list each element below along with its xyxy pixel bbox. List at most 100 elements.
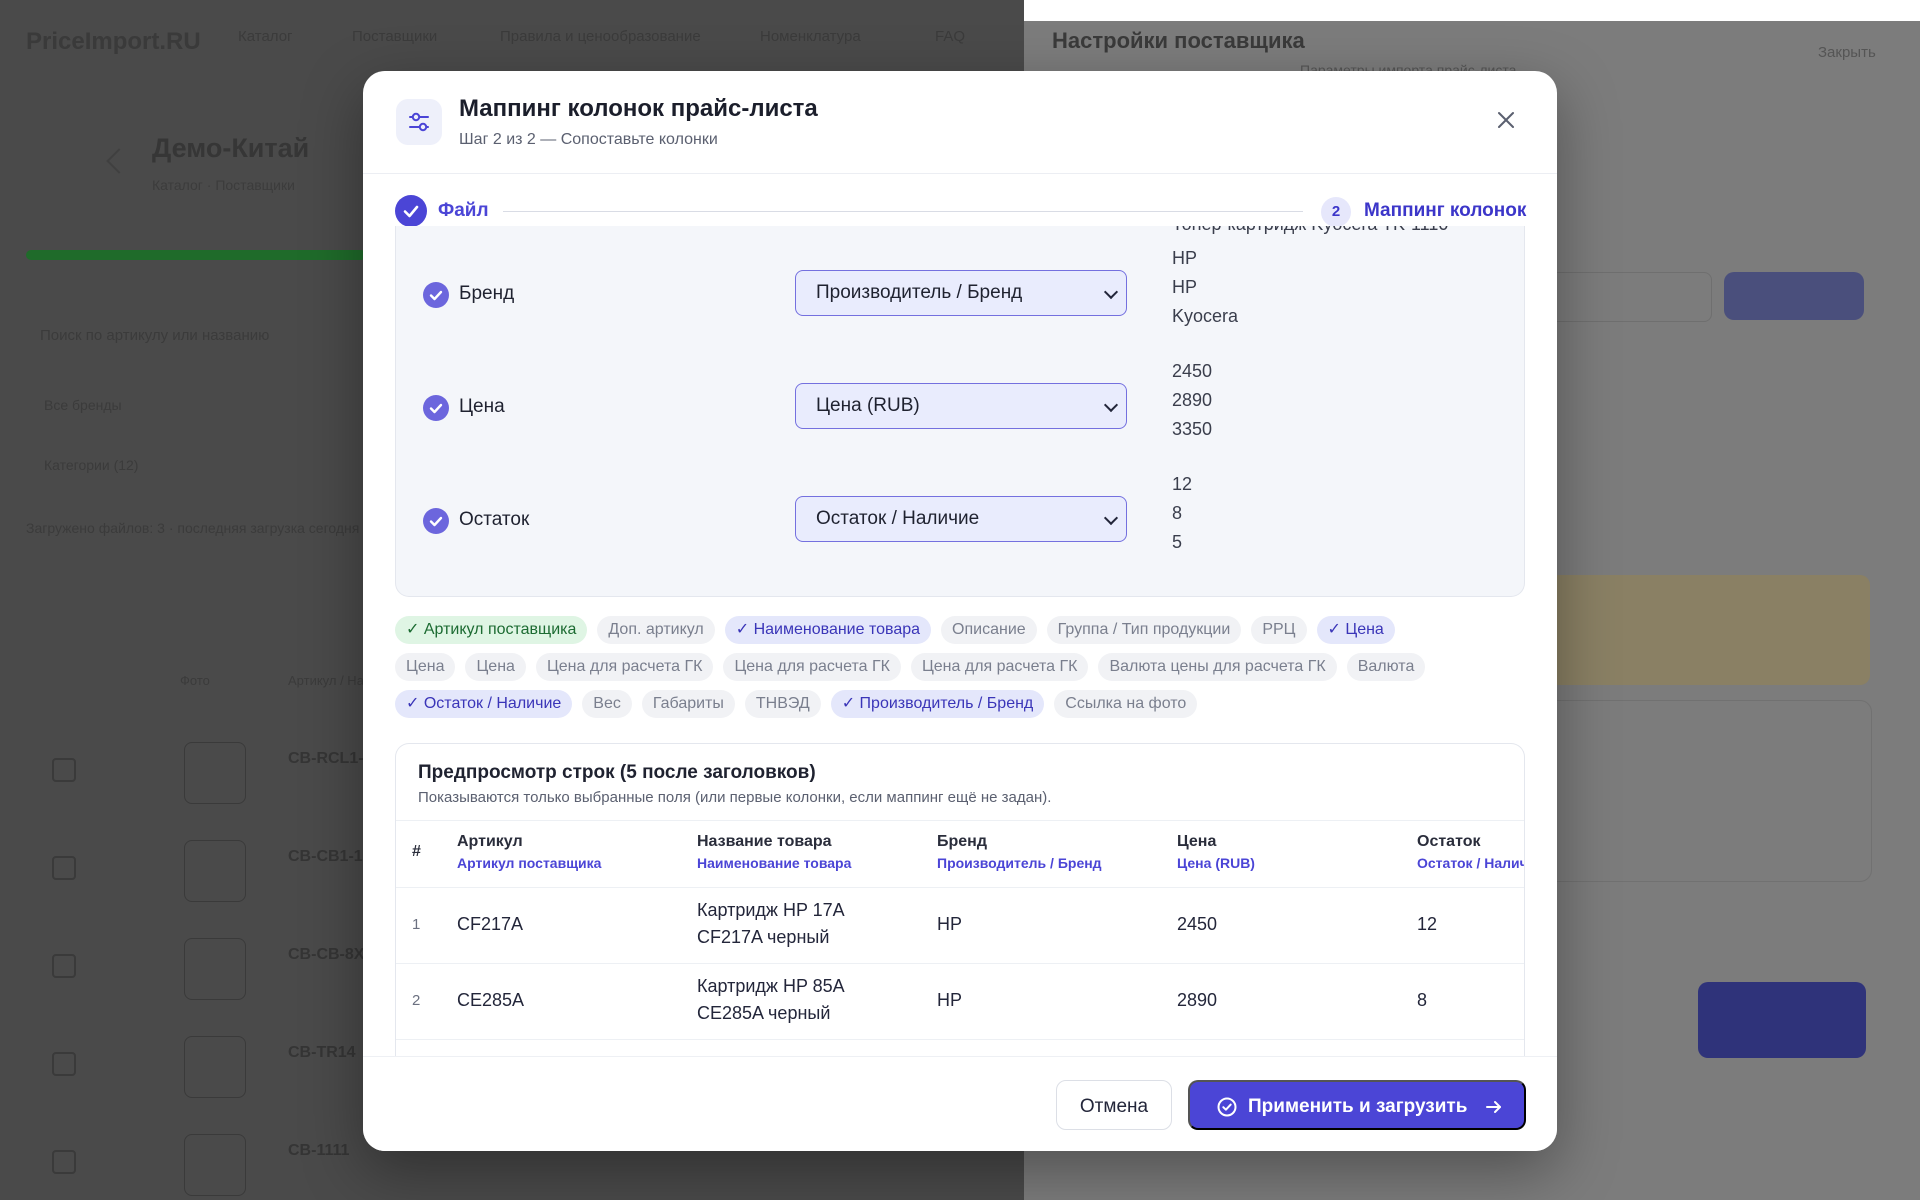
background-breadcrumb: Каталог · Поставщики (152, 177, 295, 193)
mapping-label: Остаток (459, 509, 530, 530)
field-chip[interactable]: ТНВЭД (744, 690, 821, 718)
background-top-strip-right (1024, 0, 1920, 21)
back-arrow-icon (106, 148, 132, 174)
preview-card[interactable]: Предпросмотр строк (5 после заголовков) … (395, 743, 1525, 1084)
field-chip[interactable]: ✓ Цена (1316, 616, 1395, 644)
field-chip[interactable]: Группа / Тип продукции (1046, 616, 1242, 644)
preview-subtitle: Показываются только выбранные поля (или … (418, 789, 1052, 806)
field-chip[interactable]: Цена для расчета ГК (910, 653, 1089, 681)
field-chip[interactable]: РРЦ (1251, 616, 1307, 644)
cell-name: Картридж HP 85A CE285A черный (697, 976, 845, 1023)
background-panel-input (1540, 272, 1712, 322)
cell-price: 2890 (1177, 990, 1218, 1010)
nav-item-nomenclature: Номенклатура (760, 28, 861, 45)
field-chip[interactable]: Валюта (1346, 653, 1426, 681)
step-done-check-icon (395, 195, 427, 227)
arrow-right-icon (1484, 1096, 1504, 1124)
mapping-row-brand: Бренд Производитель / Бренд HP HP Kyocer… (396, 244, 1524, 354)
cancel-button[interactable]: Отмена (1056, 1080, 1172, 1130)
sliders-icon (396, 99, 442, 145)
field-chip[interactable]: ✓ Остаток / Наличие (395, 690, 573, 718)
column-header-brand: Бренд Производитель / Бренд (937, 833, 1102, 871)
mapping-select[interactable]: Цена (RUB) (795, 383, 1127, 429)
chip-row-3: ✓ Остаток / Наличие Вес Габариты ТНВЭД ✓ Про… (395, 690, 1207, 718)
column-mapping-modal: Маппинг колонок прайс-листа Шаг 2 из 2 —… (363, 71, 1557, 1151)
close-icon[interactable] (1491, 105, 1521, 135)
preview-title: Предпросмотр строк (5 после заголовков) (418, 762, 816, 783)
mapping-label: Бренд (459, 283, 515, 304)
row-index: 2 (412, 992, 421, 1009)
column-header-name: Название товара Наименование товара (697, 833, 852, 871)
field-chip[interactable]: Цена (465, 653, 526, 681)
mapping-row-price: Цена Цена (RUB) 2450 2890 3350 (396, 357, 1524, 467)
sample-values: 12 8 5 (1172, 474, 1193, 552)
sample-value-cut: Тонер-картридж Kyocera TK-1110 (1172, 226, 1448, 235)
chevron-down-icon (1103, 284, 1119, 300)
nav-item-suppliers: Поставщики (352, 28, 438, 45)
field-chip[interactable]: Ссылка на фото (1054, 690, 1198, 718)
modal-subtitle: Шаг 2 из 2 — Сопоставьте колонки (459, 131, 718, 148)
background-panel-close: Закрыть (1818, 44, 1876, 61)
nav-item-rules: Правила и ценообразование (500, 28, 701, 45)
cell-stock: 8 (1417, 990, 1428, 1010)
table-row: 2 CE285A Картридж HP 85A CE285A черный HP… (396, 963, 1524, 1040)
mapping-panel[interactable]: Тонер-картридж Kyocera TK-1110 Бренд Про… (395, 226, 1525, 597)
mapped-check-icon (423, 395, 449, 421)
cell-brand: HP (937, 914, 963, 934)
background-page-title: Демо-Китай (152, 133, 310, 163)
field-chip[interactable]: Габариты (641, 690, 735, 718)
chevron-down-icon (1103, 397, 1119, 413)
field-chip[interactable]: Вес (582, 690, 632, 718)
background-progress-bar (26, 250, 366, 260)
step-file[interactable]: Файл (438, 200, 489, 222)
cell-name: Картридж HP 17A CF217A черный (697, 900, 845, 947)
preview-table-header: # Артикул Артикул поставщика Название тов… (396, 820, 1524, 888)
step-connector (503, 211, 1303, 212)
background-panel-warning (1540, 575, 1870, 685)
cell-sku: CE285A (457, 990, 525, 1010)
chip-row-2: Цена Цена Цена для расчета ГК Цена для расч… (395, 653, 1435, 681)
background-hint: Загружено файлов: 3 · последняя загрузка… (26, 520, 360, 536)
step-mapping-number: 2 (1321, 197, 1351, 227)
field-chip[interactable]: Цена для расчета ГК (535, 653, 714, 681)
chevron-down-icon (1103, 510, 1119, 526)
cell-sku: CF217A (457, 914, 524, 934)
row-index: 1 (412, 916, 421, 933)
chip-row-1: ✓ Артикул поставщика Доп. артикул ✓ Наимен… (395, 616, 1405, 644)
column-header-index: # (412, 843, 421, 860)
field-chip[interactable]: Описание (941, 616, 1037, 644)
mapped-check-icon (423, 282, 449, 308)
column-header-price: Цена Цена (RUB) (1177, 833, 1255, 871)
nav-item-catalog: Каталог (238, 28, 293, 45)
field-chip[interactable]: Доп. артикул (597, 616, 715, 644)
background-panel-card (1540, 700, 1872, 882)
sample-values: 2450 2890 3350 (1172, 361, 1213, 439)
mapping-select[interactable]: Остаток / Наличие (795, 496, 1127, 542)
cell-brand: HP (937, 990, 963, 1010)
apply-and-upload-button[interactable]: Применить и загрузить (1188, 1080, 1526, 1130)
step-mapping: Маппинг колонок (1364, 200, 1527, 221)
column-header-stock: ОстатокОстаток / Наличие (1417, 833, 1524, 871)
field-chip[interactable]: Валюта цены для расчета ГК (1098, 653, 1337, 681)
background-filter-brand: Все бренды (44, 397, 122, 413)
background-filter-category: Категории (12) (44, 457, 139, 473)
field-chip[interactable]: ✓ Наименование товара (724, 616, 932, 644)
field-chip[interactable]: Цена (395, 653, 456, 681)
background-panel-title: Настройки поставщика (1052, 28, 1305, 53)
app-logo: PriceImport.RU (26, 28, 201, 55)
modal-title: Маппинг колонок прайс-листа (459, 95, 818, 122)
field-chip[interactable]: ✓ Производитель / Бренд (830, 690, 1045, 718)
cell-stock: 12 (1417, 914, 1438, 934)
field-chip[interactable]: ✓ Артикул поставщика (395, 616, 588, 644)
nav-item-faq: FAQ (935, 28, 966, 45)
sample-values: HP HP Kyocera (1172, 248, 1239, 326)
mapped-check-icon (423, 508, 449, 534)
mapping-select[interactable]: Производитель / Бренд (795, 270, 1127, 316)
mapping-label: Цена (459, 396, 505, 417)
background-th-photo: Фото (180, 673, 210, 688)
table-row: 1 CF217A Картридж HP 17A CF217A черный HP… (396, 887, 1524, 964)
cell-price: 2450 (1177, 914, 1218, 934)
check-circle-icon (1216, 1096, 1238, 1124)
field-chip[interactable]: Цена для расчета ГК (723, 653, 901, 681)
apply-button-label: Применить и загрузить (1248, 1096, 1468, 1117)
